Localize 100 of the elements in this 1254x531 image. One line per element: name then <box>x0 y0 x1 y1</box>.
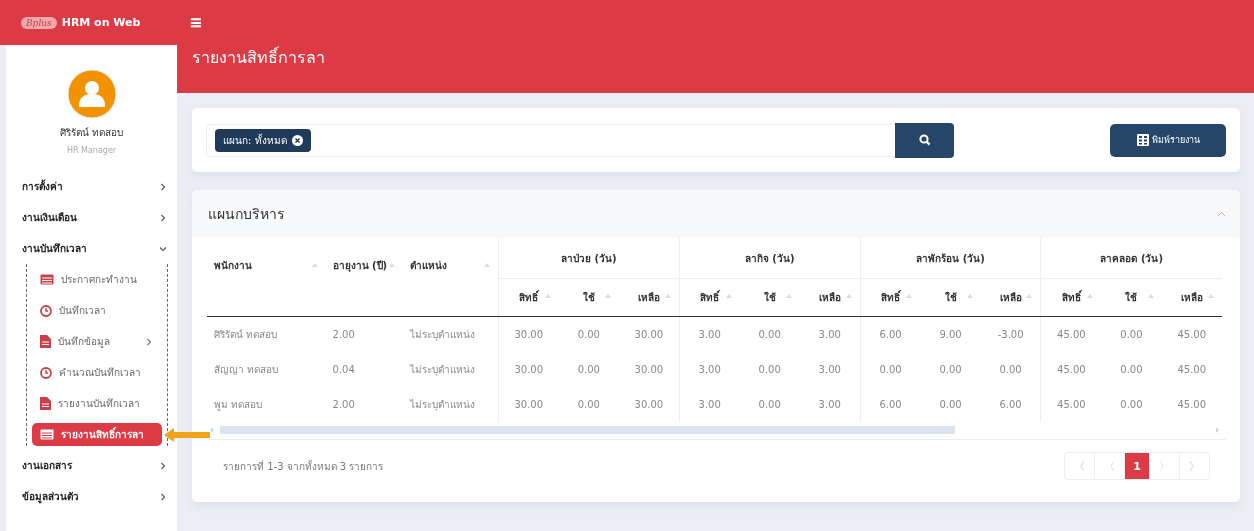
column-header[interactable]: เหลือ <box>799 278 861 317</box>
grid-icon <box>1136 134 1149 146</box>
filter-field[interactable]: แผนก: ทั้งหมด <box>206 123 895 157</box>
group-header: ลาคลอด (วัน) <box>1041 238 1222 279</box>
table-cell: 0.00 <box>1101 316 1162 352</box>
filter-tag[interactable]: แผนก: ทั้งหมด <box>215 128 311 152</box>
sort-icon <box>1026 294 1033 298</box>
column-header[interactable]: เหลือ <box>1161 278 1222 317</box>
search-icon <box>918 134 931 146</box>
menu-icon[interactable]: ≡ <box>189 13 203 32</box>
table-cell-text: 0.00 <box>757 398 782 412</box>
column-header[interactable]: พนักงาน <box>207 238 326 317</box>
table-cell: 45.00 <box>1041 316 1102 352</box>
table-cell: 6.00 <box>860 387 921 422</box>
table-cell-text: 0.04 <box>331 363 356 377</box>
column-header[interactable]: เหลือ <box>618 278 680 317</box>
sort-icon <box>544 294 551 298</box>
sort-icon <box>725 294 732 298</box>
arrow-icon <box>164 427 212 443</box>
menu-item[interactable]: งานบันทึกเวลา <box>6 233 177 264</box>
table-cell: ไม่ระบุตำแหน่ง <box>402 316 499 352</box>
column-header[interactable]: ตำแหน่ง <box>402 238 499 317</box>
sort-icon <box>1087 294 1094 298</box>
record-summary: รายการที่ 1-3 จากทั้งหมด 3 รายการ <box>223 458 384 474</box>
table-cell: 30.00 <box>618 352 680 387</box>
user-role: HR Manager <box>66 146 117 155</box>
submenu-item[interactable]: บันทึกข้อมูล <box>27 326 167 357</box>
close-icon[interactable] <box>291 134 303 146</box>
sort-icon <box>966 294 973 298</box>
column-header[interactable]: ใช้ <box>739 278 800 317</box>
sort-icon <box>388 263 395 267</box>
column-header[interactable]: ใช้ <box>920 278 981 317</box>
avatar-icon <box>66 69 117 119</box>
calendar-icon <box>40 274 54 285</box>
table-cell: ศิริรัตน์ ทดสอบ <box>207 316 326 352</box>
table-cell: 45.00 <box>1041 387 1102 422</box>
table-cell-text: 0.00 <box>938 398 963 412</box>
sort-icon <box>906 294 913 298</box>
column-header[interactable]: สิทธิ์ <box>498 278 559 317</box>
table-cell-text: พูม ทดสอบ <box>213 398 264 413</box>
table-cell: 0.00 <box>860 352 921 387</box>
sort-icon <box>664 294 671 298</box>
table-cell-text: สัญญา ทดสอบ <box>213 363 280 377</box>
table-cell-text: 0.00 <box>1119 363 1144 377</box>
table-cell: 3.00 <box>679 387 740 422</box>
column-header[interactable]: อายุงาน (ปี) <box>325 238 403 317</box>
table-cell: ไม่ระบุตำแหน่ง <box>402 387 499 422</box>
table-cell: 0.00 <box>980 352 1041 387</box>
column-header[interactable]: สิทธิ์ <box>1041 278 1102 317</box>
user-name: ศิริรัตน์ ทดสอบ <box>59 126 124 140</box>
panel-title: แผนกบริหาร <box>208 205 285 224</box>
submenu-item[interactable]: รายงานบันทึกเวลา <box>27 388 167 419</box>
menu-item[interactable]: งานเอกสาร <box>6 450 177 481</box>
table-cell-text: 0.00 <box>938 363 963 377</box>
submenu-item[interactable]: บันทึกเวลา <box>27 295 167 326</box>
chevron-right-icon <box>159 461 167 470</box>
chevron-right-icon <box>145 337 153 346</box>
column-header[interactable]: เหลือ <box>980 278 1041 317</box>
logo-badge: Bplus <box>21 16 57 29</box>
column-header[interactable]: สิทธิ์ <box>679 278 740 317</box>
table-cell: 30.00 <box>498 316 559 352</box>
menu-item[interactable]: งานเงินเดือน <box>6 202 177 233</box>
sort-icon <box>483 263 490 267</box>
print-button[interactable]: พิมพ์รายงาน <box>1110 123 1226 157</box>
sort-icon <box>311 263 318 267</box>
table-cell: 2.00 <box>325 316 403 352</box>
app-title: HRM on Web <box>61 16 141 29</box>
clock-icon <box>40 304 52 317</box>
table-cell: 30.00 <box>618 387 680 422</box>
column-header[interactable]: ใช้ <box>1101 278 1162 317</box>
submenu-item[interactable]: คำนวณบันทึกเวลา <box>27 357 167 388</box>
clock-icon <box>40 366 52 379</box>
table-cell: 6.00 <box>860 316 921 352</box>
table-cell: 30.00 <box>498 352 559 387</box>
table-cell: 45.00 <box>1161 316 1222 352</box>
sort-icon <box>785 294 792 298</box>
table-cell-text: 0.00 <box>576 398 601 412</box>
menu-item[interactable]: ข้อมูลส่วนตัว <box>6 481 177 512</box>
group-header: ลาป่วย (วัน) <box>498 238 680 279</box>
page-button[interactable]: 1 <box>1124 453 1149 479</box>
page-title: รายงานสิทธิ์การลา <box>192 45 325 69</box>
panel-header[interactable]: แผนกบริหาร <box>192 190 1240 238</box>
document-icon <box>40 397 51 410</box>
table-cell: 3.00 <box>799 316 861 352</box>
table-cell: 6.00 <box>980 387 1041 422</box>
table-cell: 30.00 <box>498 387 559 422</box>
sort-icon <box>1147 294 1154 298</box>
table-cell-text: 45.00 <box>1176 398 1208 412</box>
menu-item[interactable]: การตั้งค่า <box>6 171 177 202</box>
submenu-item[interactable]: ประกาศกะทำงาน <box>27 264 167 295</box>
table-cell: 30.00 <box>618 316 680 352</box>
chevron-right-icon <box>159 492 167 501</box>
column-header[interactable]: ใช้ <box>558 278 619 317</box>
column-header[interactable]: สิทธิ์ <box>860 278 921 317</box>
table-cell: 3.00 <box>679 316 740 352</box>
chevron-right-icon <box>159 213 167 222</box>
search-button[interactable] <box>895 122 954 158</box>
table-cell-text: 2.00 <box>331 398 356 412</box>
sort-icon <box>845 294 852 298</box>
table-cell-text: 0.00 <box>1119 398 1144 412</box>
